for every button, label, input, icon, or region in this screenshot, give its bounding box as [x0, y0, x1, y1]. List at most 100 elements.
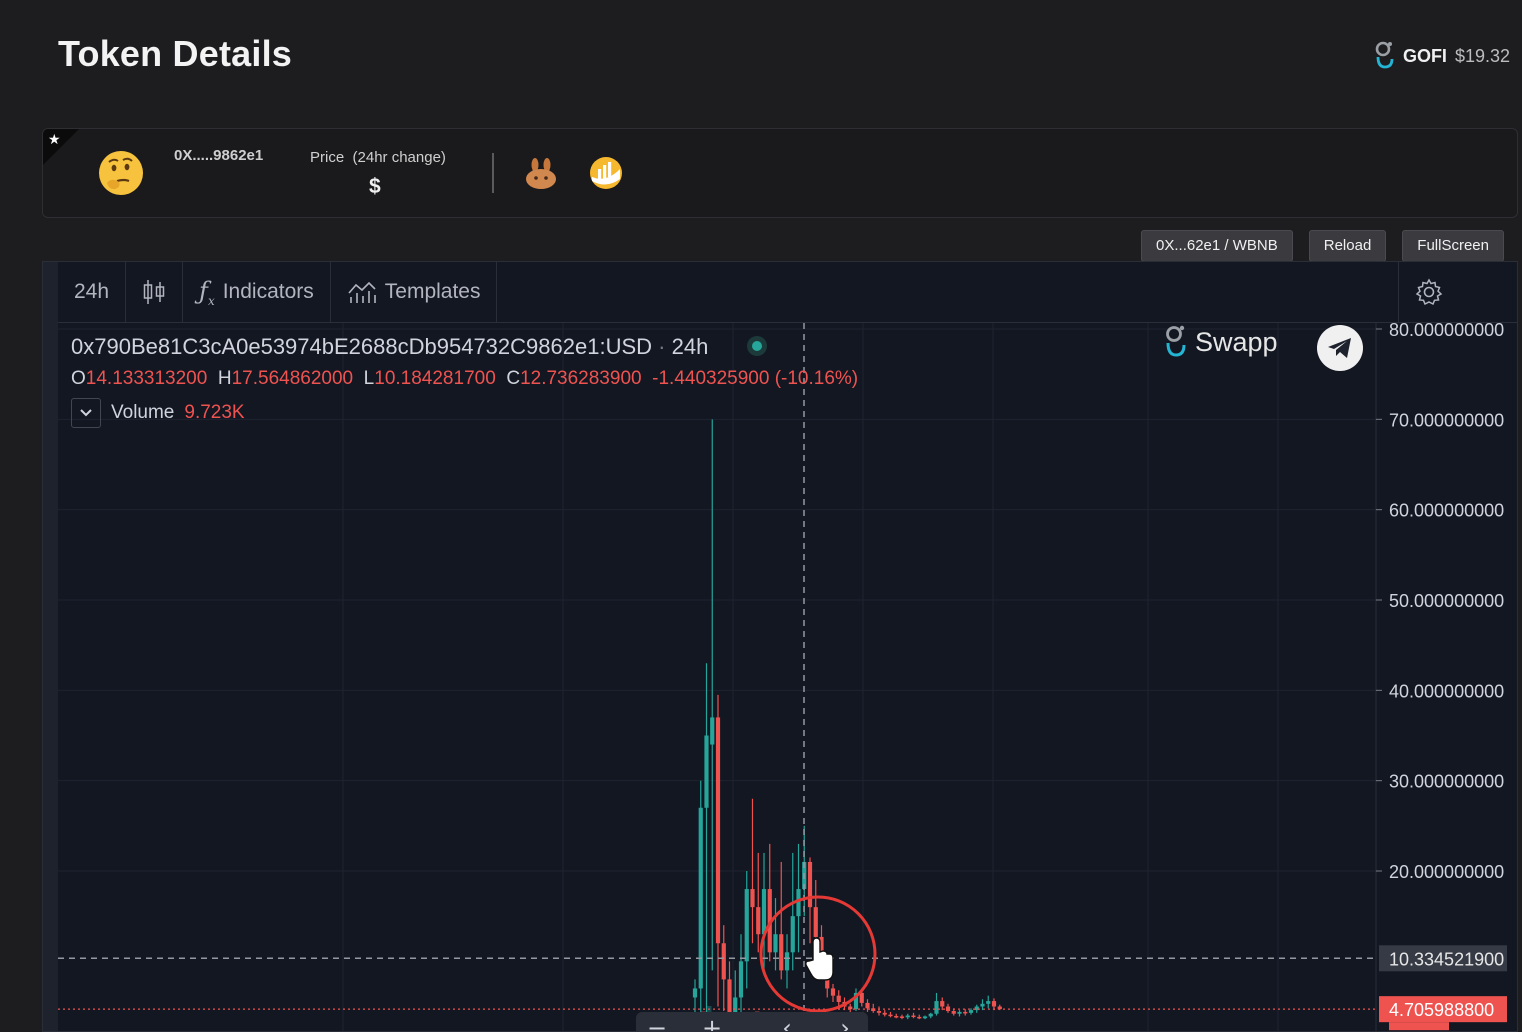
symbol-interval: 24h	[671, 334, 709, 359]
candle-body	[744, 889, 749, 962]
candle-body	[715, 717, 721, 944]
symbol-legend: 0x790Be81C3cA0e53974bE2688cDb954732C9862…	[71, 334, 763, 360]
candle-body	[704, 735, 709, 808]
candles-icon	[143, 280, 165, 304]
candle-body	[738, 961, 744, 998]
volume-value: 9.723K	[184, 402, 245, 423]
candle-body	[951, 1011, 956, 1014]
candle-body	[750, 889, 755, 908]
candle-body	[784, 952, 790, 971]
candle-body	[698, 807, 703, 989]
candle-body	[813, 907, 818, 937]
page-title: Token Details	[58, 33, 292, 74]
telegram-button[interactable]	[1317, 325, 1363, 371]
reload-button[interactable]: Reload	[1308, 230, 1387, 262]
header-token-symbol: GOFI	[1402, 45, 1447, 66]
crosshair-price-label: 10.334521900	[1389, 949, 1504, 969]
price-value: $	[369, 175, 381, 198]
candle-body	[692, 988, 698, 998]
chart-nav-control[interactable]: ‹	[782, 1014, 792, 1031]
candle-body	[980, 1003, 985, 1007]
candle-body	[934, 1001, 939, 1014]
price-tag-stub	[1389, 1022, 1449, 1031]
candle-body	[865, 1002, 870, 1009]
open-value: 14.133313200	[85, 368, 208, 389]
volume-label: Volume	[111, 402, 175, 423]
candle-body	[911, 1015, 916, 1018]
telegram-icon	[1328, 338, 1351, 358]
candle-body	[761, 889, 767, 935]
candle-body	[905, 1015, 910, 1018]
templates-icon	[348, 281, 376, 303]
interval-selector[interactable]: 24h	[58, 262, 127, 322]
y-tick-label: 30.000000000	[1389, 772, 1504, 792]
candle-body	[876, 1011, 882, 1013]
candle-body	[922, 1016, 928, 1019]
dex-chart-icon[interactable]	[588, 155, 624, 191]
header-token-price-value: $19.32	[1454, 45, 1510, 66]
close-value: 12.736283900	[520, 368, 642, 389]
chart-nav-control[interactable]: −	[647, 1014, 667, 1031]
gear-icon	[1415, 278, 1443, 306]
card-divider	[492, 153, 494, 193]
chevron-down-icon	[80, 409, 92, 417]
star-icon[interactable]: ★	[48, 131, 61, 148]
indicators-button[interactable]: ƒx Indicators	[183, 262, 331, 322]
high-value: 17.564862000	[231, 368, 354, 389]
candle-body	[773, 934, 778, 953]
price-label: Price (24hr change)	[310, 149, 446, 166]
y-tick-label: 50.000000000	[1389, 591, 1504, 611]
swapp-logo-icon	[1166, 325, 1186, 357]
drawing-toolbar	[43, 262, 58, 1031]
chart-nav-bar	[636, 1012, 868, 1031]
candle-body	[899, 1016, 905, 1018]
swapp-watermark: Swapp	[1165, 324, 1278, 360]
function-icon: ƒx	[199, 276, 215, 308]
candle-body	[807, 861, 813, 908]
y-tick-label: 60.000000000	[1389, 501, 1504, 521]
candle-body	[727, 979, 732, 1016]
chart-nav-control[interactable]: ›	[840, 1014, 850, 1031]
chart-settings-button[interactable]	[1398, 262, 1459, 322]
y-tick-label: 20.000000000	[1389, 862, 1504, 882]
y-tick-label: 40.000000000	[1389, 681, 1504, 701]
candle-body	[940, 1001, 945, 1007]
y-tick-label: 70.000000000	[1389, 410, 1504, 430]
thinking-face-icon	[99, 151, 143, 195]
volume-legend: Volume 9.723K	[71, 398, 245, 428]
candle-body	[917, 1016, 922, 1019]
pair-button[interactable]: 0X...62e1 / WBNB	[1141, 230, 1293, 262]
candle-body	[928, 1013, 933, 1017]
chart-type-button[interactable]	[126, 262, 184, 322]
fullscreen-button[interactable]: FullScreen	[1402, 230, 1504, 262]
candle-body	[859, 992, 864, 1003]
candle-body	[894, 1015, 899, 1018]
last-price-label: 4.705988800	[1389, 1000, 1494, 1020]
candle-body	[796, 889, 801, 917]
chart-actions: 0X...62e1 / WBNB Reload FullScreen	[1141, 230, 1504, 262]
legend-collapse-button[interactable]	[71, 398, 101, 428]
y-tick-label: 80.000000000	[1389, 320, 1504, 340]
templates-button[interactable]: Templates	[331, 262, 498, 322]
token-address[interactable]: 0X.....9862e1	[174, 147, 263, 164]
candle-body	[991, 1001, 997, 1007]
candle-body	[756, 907, 761, 935]
header-token-price[interactable]: GOFI $19.32	[1375, 40, 1510, 72]
pancakeswap-icon[interactable]	[523, 155, 559, 191]
candle-body	[830, 988, 836, 996]
chart-nav-control[interactable]: +	[702, 1014, 722, 1031]
candle-body	[968, 1010, 974, 1013]
candle-body	[882, 1012, 887, 1015]
token-info-card: ★ 0X.....9862e1 Price (24hr change) $	[42, 128, 1518, 218]
ohlc-values: O14.133313200 H17.564862000 L10.18428170…	[71, 368, 859, 389]
candle-body	[790, 916, 795, 953]
candle-body	[986, 1001, 991, 1004]
chart-toolbar: 24h ƒx Indicators Templates	[58, 262, 1517, 323]
change-value: -1.440325900 (-10.16%)	[652, 368, 859, 389]
candle-body	[779, 934, 784, 971]
candle-body	[963, 1011, 968, 1014]
gofi-logo-icon	[1375, 41, 1394, 69]
candle-body	[836, 995, 841, 1002]
symbol-name[interactable]: 0x790Be81C3cA0e53974bE2688cDb954732C9862…	[71, 334, 652, 359]
price-chart[interactable]: 80.000000000 70.000000000 60.000000000 50.0…	[42, 261, 1518, 1032]
